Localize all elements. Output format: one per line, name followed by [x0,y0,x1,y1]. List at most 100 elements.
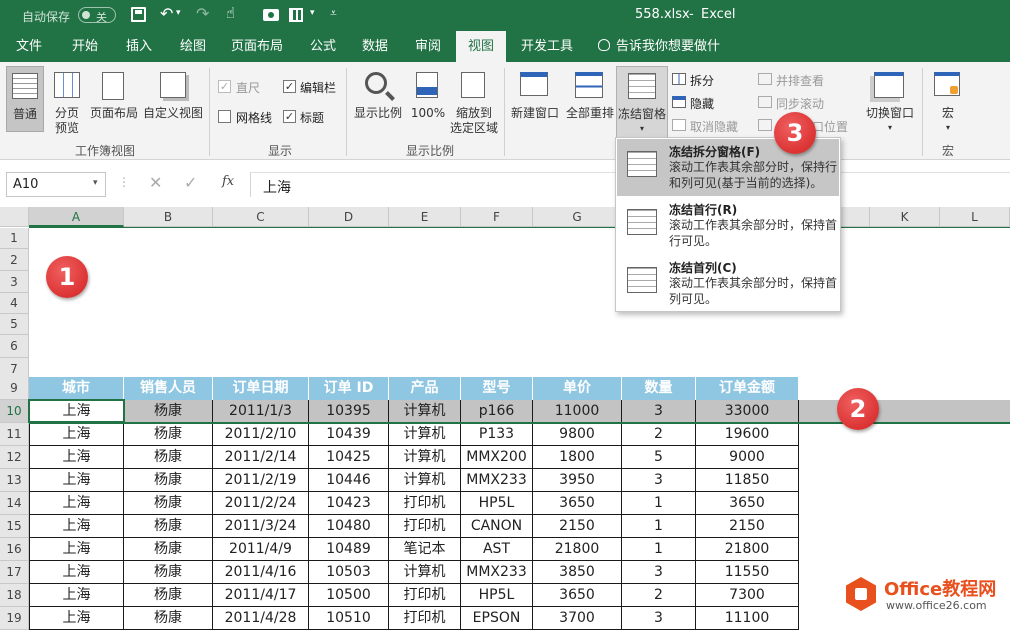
row-header[interactable]: 3 [0,271,29,293]
table-cell[interactable]: 10480 [309,515,389,538]
table-cell[interactable]: 计算机 [389,400,461,423]
row-header[interactable]: 12 [0,446,29,469]
row-header[interactable]: 16 [0,538,29,561]
table-cell[interactable]: 杨康 [124,469,213,492]
table-cell[interactable]: 1 [622,515,696,538]
table-cell[interactable]: 上海 [29,423,124,446]
table-cell[interactable]: AST [461,538,533,561]
table-cell[interactable]: 10395 [309,400,389,423]
tab-page-layout[interactable]: 页面布局 [226,31,288,62]
table-cell[interactable]: 计算机 [389,469,461,492]
table-cell[interactable]: 11850 [696,469,799,492]
zoom-button[interactable]: 显示比例 [352,66,404,132]
column-header-G[interactable]: G [533,207,622,227]
column-header-A[interactable]: A [29,207,124,227]
table-cell[interactable]: 上海 [29,469,124,492]
table-cell[interactable]: 10425 [309,446,389,469]
table-cell[interactable]: P133 [461,423,533,446]
zoom-100-button[interactable]: 100% [408,66,448,132]
macros-button[interactable]: 宏 ▾ [928,66,968,138]
ruler-checkbox[interactable]: ✓ [218,80,231,93]
table-cell[interactable]: 3 [622,400,696,423]
table-header-cell[interactable]: 城市 [29,377,124,400]
table-cell[interactable]: 3950 [533,469,622,492]
tell-me-search[interactable]: 告诉我你想要做什么 [616,31,728,85]
table-cell[interactable]: 3650 [696,492,799,515]
row-header[interactable]: 15 [0,515,29,538]
column-header-E[interactable]: E [389,207,461,227]
table-cell[interactable]: 10423 [309,492,389,515]
table-cell[interactable]: 1 [622,538,696,561]
new-window-button[interactable]: 新建窗口 [508,66,562,132]
table-cell[interactable]: 上海 [29,515,124,538]
table-cell[interactable]: 7300 [696,584,799,607]
table-cell[interactable]: 杨康 [124,423,213,446]
tab-formulas[interactable]: 公式 [298,31,348,62]
undo-dropdown-icon[interactable]: ▾ [176,8,181,18]
table-cell[interactable]: 11550 [696,561,799,584]
table-cell[interactable]: 1800 [533,446,622,469]
table-cell[interactable]: p166 [461,400,533,423]
zoom-selection-button[interactable]: 缩放到 选定区域 [448,66,500,138]
table-cell[interactable]: 2150 [696,515,799,538]
insert-function-icon[interactable]: fx [222,174,234,189]
formula-bar-checkbox[interactable]: ✓ [283,80,296,93]
row-header[interactable]: 4 [0,293,29,314]
row-header[interactable]: 14 [0,492,29,515]
table-cell[interactable]: 3850 [533,561,622,584]
customize-qat-icon[interactable]: ⩡ [330,6,337,21]
table-cell[interactable]: 1 [622,492,696,515]
table-header-cell[interactable]: 订单 ID [309,377,389,400]
column-header-D[interactable]: D [309,207,389,227]
tab-file[interactable]: 文件 [4,31,54,62]
table-cell[interactable]: 10510 [309,607,389,630]
table-cell[interactable]: 3700 [533,607,622,630]
select-all-corner[interactable] [0,207,29,227]
custom-views-button[interactable]: 自定义视图 [142,66,204,132]
table-cell[interactable]: 9800 [533,423,622,446]
table-cell[interactable]: 杨康 [124,400,213,423]
table-cell[interactable]: CANON [461,515,533,538]
table-header-cell[interactable]: 订单金额 [696,377,799,400]
hide-button[interactable]: 隐藏 [690,95,714,112]
page-break-preview-button[interactable]: 分页 预览 [50,66,84,138]
table-cell[interactable]: 打印机 [389,607,461,630]
column-header-B[interactable]: B [124,207,213,227]
table-cell[interactable]: 10489 [309,538,389,561]
row-header[interactable]: 2 [0,249,29,271]
tab-insert[interactable]: 插入 [114,31,164,62]
table-cell[interactable]: HP5L [461,584,533,607]
table-cell[interactable]: 2011/2/14 [213,446,309,469]
table-cell[interactable]: 2011/4/17 [213,584,309,607]
table-cell[interactable]: 3650 [533,492,622,515]
form-icon[interactable] [289,8,303,22]
row-header[interactable]: 19 [0,607,29,630]
row-header[interactable]: 17 [0,561,29,584]
table-cell[interactable]: 10446 [309,469,389,492]
row-header[interactable]: 13 [0,469,29,492]
headings-checkbox[interactable]: ✓ [283,110,296,123]
table-cell[interactable]: 2011/2/19 [213,469,309,492]
table-cell[interactable]: 10500 [309,584,389,607]
table-cell[interactable]: 3650 [533,584,622,607]
row-header[interactable]: 1 [0,228,29,249]
table-cell[interactable]: 2011/2/10 [213,423,309,446]
touch-mode-icon[interactable]: ☝ [226,4,235,22]
name-box-dropdown-icon[interactable]: ▾ [93,178,98,188]
table-cell[interactable]: MMX233 [461,469,533,492]
table-cell[interactable]: 2 [622,584,696,607]
table-cell[interactable]: 11000 [533,400,622,423]
row-header[interactable]: 18 [0,584,29,607]
table-cell[interactable]: 计算机 [389,446,461,469]
table-cell[interactable]: 2011/4/16 [213,561,309,584]
gridlines-checkbox[interactable] [218,110,231,123]
table-cell[interactable]: 10503 [309,561,389,584]
table-cell[interactable]: 2011/4/28 [213,607,309,630]
table-cell[interactable]: 杨康 [124,515,213,538]
table-cell[interactable]: 2 [622,423,696,446]
tab-review[interactable]: 审阅 [403,31,453,62]
table-cell[interactable]: 11100 [696,607,799,630]
table-cell[interactable]: 上海 [29,446,124,469]
table-cell[interactable]: 2011/3/24 [213,515,309,538]
tab-home[interactable]: 开始 [60,31,110,62]
